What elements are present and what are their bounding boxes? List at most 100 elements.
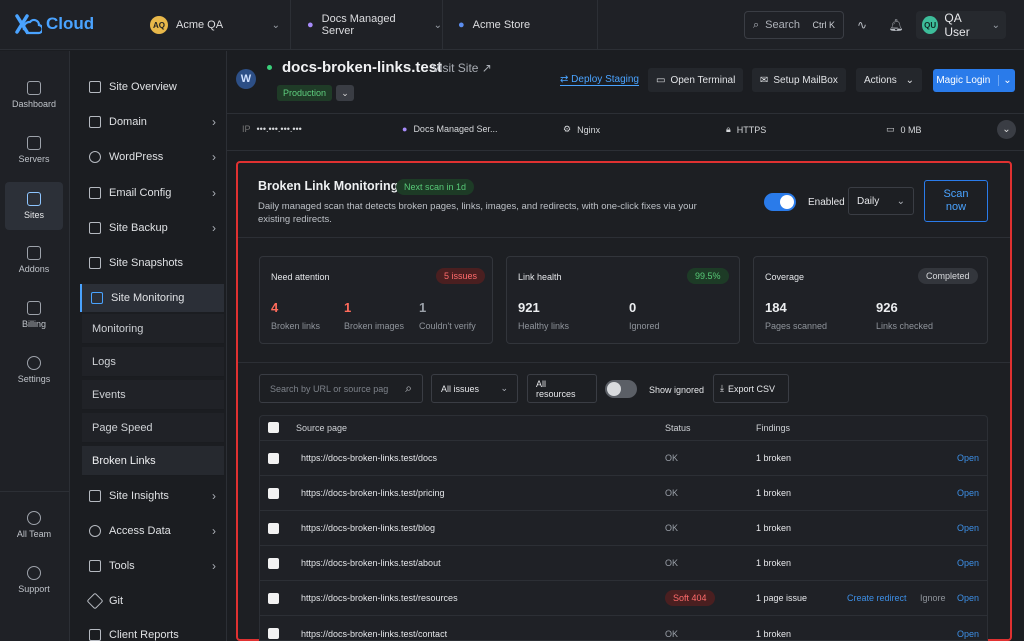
nav-label: Site Monitoring (111, 292, 185, 304)
search-input[interactable]: ⌕ Search Ctrl K (744, 11, 844, 39)
sub-page-speed[interactable]: Page Speed (82, 413, 224, 443)
open-link[interactable]: Open (957, 453, 979, 463)
sub-logs[interactable]: Logs (82, 347, 224, 377)
user-avatar: QU (922, 16, 939, 34)
search-placeholder: Search (765, 19, 801, 31)
nav-domain[interactable]: Domain › (80, 108, 224, 136)
breadcrumb-server[interactable]: ● Docs Managed Server ⌄ (291, 0, 443, 50)
create-redirect-link[interactable]: Create redirect (847, 593, 907, 603)
sub-events[interactable]: Events (82, 380, 224, 410)
environment-dropdown-button[interactable]: ⌄ (336, 85, 354, 101)
table-row[interactable]: https://docs-broken-links.test/about OK … (259, 546, 988, 581)
rail-servers[interactable]: Servers (5, 126, 63, 174)
export-csv-button[interactable]: ⤓ Export CSV (713, 374, 789, 403)
open-link[interactable]: Open (957, 629, 979, 639)
table-row[interactable]: https://docs-broken-links.test/resources… (259, 581, 988, 616)
enabled-toggle[interactable] (764, 193, 796, 211)
row-checkbox[interactable] (268, 557, 279, 569)
gear-icon: ⚙ (563, 124, 572, 134)
rail-billing[interactable]: Billing (5, 291, 63, 339)
lock-icon: 🔒︎ (726, 124, 731, 134)
online-status-dot (267, 65, 272, 70)
magic-login-button[interactable]: Magic Login ⌄ (933, 69, 1015, 92)
disk-value: 0 MB (900, 124, 922, 135)
activity-icon[interactable]: ∿ (850, 13, 874, 37)
health-badge: 99.5% (687, 268, 729, 284)
setup-mailbox-button[interactable]: ✉ Setup MailBox (752, 68, 846, 92)
open-link[interactable]: Open (957, 488, 979, 498)
nav-site-overview[interactable]: Site Overview (80, 73, 224, 101)
rail-settings[interactable]: Settings (5, 346, 63, 394)
terminal-icon: ▭ (656, 74, 666, 86)
open-link[interactable]: Open (957, 558, 979, 568)
rail-all-team[interactable]: All Team (5, 501, 63, 549)
sub-monitoring[interactable]: Monitoring (82, 314, 224, 344)
rail-sites[interactable]: Sites (5, 182, 63, 230)
rail-support[interactable]: Support (5, 556, 63, 604)
scan-now-button[interactable]: Scan now (924, 180, 988, 222)
rail-label: Sites (23, 210, 44, 220)
nav-label: Git (109, 595, 124, 607)
rail-dashboard[interactable]: Dashboard (5, 71, 63, 119)
open-link[interactable]: Open (957, 593, 979, 603)
row-checkbox[interactable] (268, 522, 279, 534)
issues-filter-select[interactable]: All issues ⌄ (431, 374, 518, 403)
table-row[interactable]: https://docs-broken-links.test/pricing O… (259, 476, 988, 511)
sub-broken-links[interactable]: Broken Links (82, 446, 224, 476)
ip-value: •••.•••.•••.••• (256, 124, 302, 134)
expand-info-button[interactable]: ⌄ (997, 120, 1016, 139)
show-ignored-toggle[interactable] (605, 380, 637, 398)
table-row[interactable]: https://docs-broken-links.test/blog OK 1… (259, 511, 988, 546)
broken-images-count: 1 (344, 300, 352, 315)
brand-logo[interactable]: Cloud (14, 12, 94, 36)
nav-tools[interactable]: Tools › (80, 552, 224, 580)
issue-search-input[interactable]: Search by URL or source page ⌕ (259, 374, 423, 403)
row-checkbox[interactable] (268, 487, 279, 499)
breadcrumb-site[interactable]: ● Acme Store (443, 0, 598, 50)
bell-icon[interactable]: 🔔︎ (884, 13, 908, 37)
rail-addons[interactable]: Addons (5, 236, 63, 284)
nav-access-data[interactable]: Access Data › (80, 517, 224, 545)
overview-icon (89, 81, 101, 93)
breadcrumb-team[interactable]: AQ Acme QA ⌄ (134, 0, 291, 50)
rail-label: Dashboard (11, 99, 57, 109)
brand-name: Cloud (46, 14, 95, 33)
user-menu[interactable]: QU QA User ⌄ (916, 11, 1006, 39)
dashboard-icon (27, 81, 41, 95)
ignore-link[interactable]: Ignore (920, 593, 946, 603)
nav-email-config[interactable]: Email Config › (80, 179, 224, 207)
table-row[interactable]: https://docs-broken-links.test/docs OK 1… (259, 441, 988, 476)
resources-filter-select[interactable]: All resources (527, 374, 597, 403)
nav-client-reports[interactable]: Client Reports (80, 621, 224, 641)
source-header: Source page (296, 422, 348, 433)
frequency-select[interactable]: Daily ⌄ (848, 187, 914, 215)
coverage-badge: Completed (918, 268, 978, 284)
row-checkbox[interactable] (268, 628, 279, 639)
chevron-down-icon: ⌄ (896, 195, 905, 207)
nav-wordpress[interactable]: WordPress › (80, 143, 224, 171)
deploy-staging-button[interactable]: ⇄ Deploy Staging (560, 74, 639, 86)
nav-site-snapshots[interactable]: Site Snapshots (80, 249, 224, 277)
open-link[interactable]: Open (957, 523, 979, 533)
coverage-title: Coverage (765, 272, 805, 282)
billing-icon (27, 301, 41, 315)
globe-icon (89, 116, 101, 128)
link-health-title: Link health (518, 272, 562, 282)
table-row[interactable]: https://docs-broken-links.test/contact O… (259, 616, 988, 641)
nav-site-backup[interactable]: Site Backup › (80, 214, 224, 242)
nav-site-insights[interactable]: Site Insights › (80, 482, 224, 510)
open-terminal-button[interactable]: ▭ Open Terminal (648, 68, 744, 92)
rail-label: All Team (16, 529, 52, 539)
status-badge: Soft 404 (665, 590, 715, 606)
breadcrumb-site-label: Acme Store (472, 19, 531, 31)
select-all-checkbox[interactable] (268, 422, 279, 433)
visit-site-link[interactable]: Visit Site ↗ (432, 61, 492, 75)
nav-git[interactable]: Git (80, 587, 224, 615)
ignored-label: Ignored (629, 321, 660, 331)
breadcrumb-server-label: Docs Managed Server (321, 13, 396, 37)
terminal-label: Open Terminal (670, 74, 736, 86)
row-checkbox[interactable] (268, 452, 279, 464)
nav-site-monitoring[interactable]: Site Monitoring (80, 284, 224, 312)
row-checkbox[interactable] (268, 592, 279, 604)
actions-button[interactable]: Actions ⌄ (856, 68, 922, 92)
